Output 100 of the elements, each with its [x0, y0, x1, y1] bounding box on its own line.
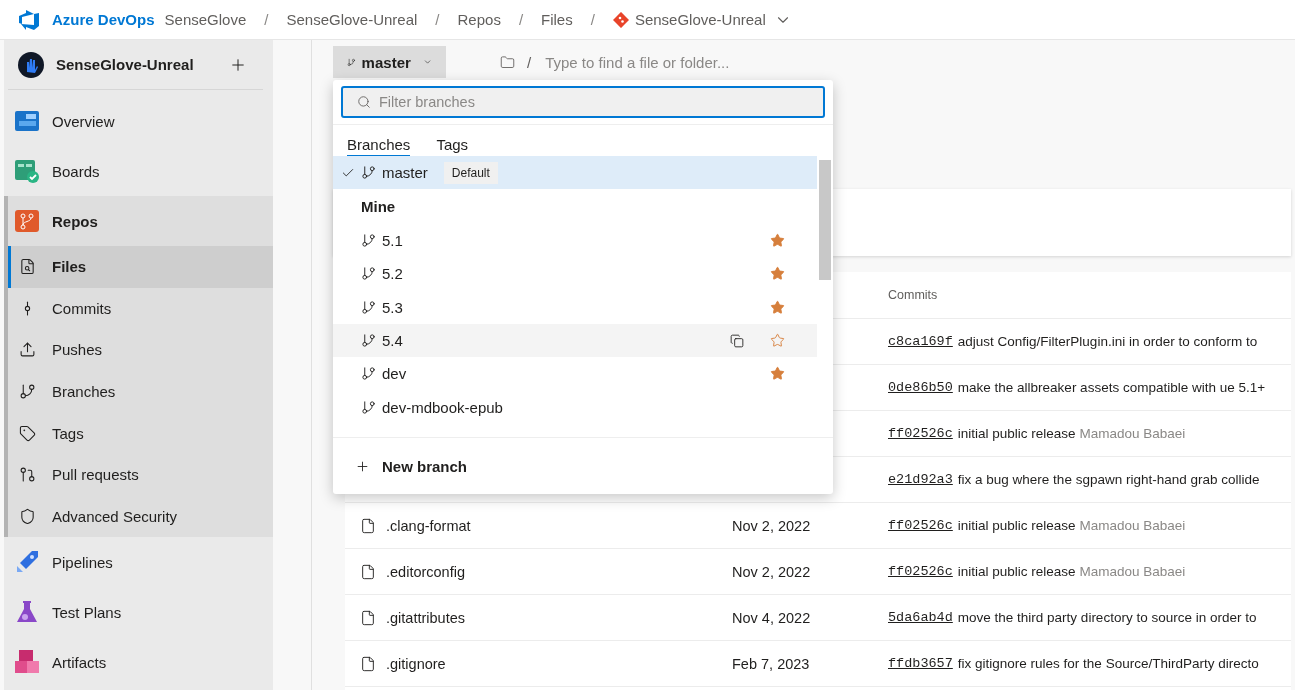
breadcrumb-link[interactable]: SenseGlove: [164, 11, 247, 28]
nav-item[interactable]: Artifacts: [4, 637, 273, 688]
file-name[interactable]: .editorconfig: [386, 563, 465, 580]
commit-hash-link[interactable]: ff02526c: [888, 564, 953, 579]
nav-subitem[interactable]: Advanced Security: [8, 495, 273, 538]
branch-name: 5.2: [382, 265, 404, 283]
breadcrumb-link[interactable]: Repos: [457, 11, 501, 28]
breadcrumb-link[interactable]: SenseGlove-Unreal: [286, 11, 418, 28]
branch-icon: [18, 383, 36, 401]
project-avatar: [18, 51, 44, 78]
branch-name: master: [382, 164, 428, 181]
branch-icon: [361, 266, 376, 282]
star-icon[interactable]: [770, 266, 785, 282]
branch-row[interactable]: dev: [333, 357, 817, 391]
repo-selector[interactable]: SenseGlove-Unreal: [634, 11, 766, 28]
branch-icon: [361, 333, 376, 349]
branch-icon: [361, 299, 376, 315]
branch-row[interactable]: 5.4: [333, 323, 817, 358]
shield-icon: [18, 507, 36, 525]
branch-row[interactable]: 5.1: [333, 224, 817, 258]
artifacts-icon: [14, 649, 40, 676]
file-icon: [360, 563, 376, 580]
nav-subitem[interactable]: Pushes: [8, 329, 273, 371]
branch-row[interactable]: 5.3: [333, 290, 817, 324]
nav-subitem[interactable]: Tags: [8, 412, 273, 454]
branch-name: dev: [382, 365, 408, 383]
filter-branches-field[interactable]: Filter branches: [341, 86, 825, 118]
nav-item[interactable]: Repos: [8, 196, 273, 246]
commit-message: initial public release Mamadou Babaei: [957, 426, 1186, 441]
tab[interactable]: Tags: [436, 135, 469, 157]
folder-icon[interactable]: [500, 54, 515, 70]
date-cell-text: Nov 4, 2022: [732, 609, 812, 626]
branch-name: 5.1: [382, 232, 404, 250]
path-search-field[interactable]: Type to find a file or folder...: [543, 52, 848, 72]
star-icon[interactable]: [770, 299, 785, 315]
nav-item[interactable]: Overview: [4, 96, 273, 146]
nav-item[interactable]: Test Plans: [4, 587, 273, 638]
commit-message: fix gitignore rules for the Source/ThirdParty directo: [957, 656, 1259, 671]
repos-icon: [14, 208, 40, 234]
file-icon: [360, 609, 376, 626]
copy-icon[interactable]: [730, 333, 744, 348]
branch-name: 5.4: [382, 332, 404, 350]
commit-hash-link[interactable]: 5da6ab4d: [888, 610, 953, 625]
nav-subitem[interactable]: Files: [8, 246, 273, 288]
branch-row[interactable]: master Default: [333, 156, 817, 189]
commit-hash-link[interactable]: 0de86b50: [888, 380, 953, 395]
pull-request-icon: [18, 466, 36, 484]
commit-author: Mamadou Babaei: [1079, 518, 1186, 533]
commit-hash-link[interactable]: ffdb3657: [888, 656, 953, 671]
default-badge: Default: [443, 161, 498, 184]
overview-icon: [14, 108, 40, 134]
product-name[interactable]: Azure DevOps: [52, 11, 155, 28]
file-icon: [360, 655, 376, 672]
star-icon[interactable]: [770, 333, 785, 349]
file-icon: [18, 258, 36, 276]
breadcrumb-separator: /: [590, 11, 595, 28]
nav-item[interactable]: Pipelines: [4, 537, 273, 588]
tag-icon: [18, 424, 36, 442]
branch-row[interactable]: 5.2: [333, 257, 817, 291]
commit-hash-link[interactable]: ff02526c: [888, 426, 953, 441]
commit-hash-link[interactable]: ff02526c: [888, 518, 953, 533]
branch-icon: [361, 165, 376, 180]
project-name: SenseGlove-Unreal: [56, 56, 195, 73]
branch-row[interactable]: dev-mdbook-epub: [333, 390, 817, 424]
nav-subitem[interactable]: Branches: [8, 370, 273, 413]
date-cell-text: Nov 2, 2022: [732, 517, 812, 534]
search-icon: [357, 95, 371, 109]
file-name[interactable]: .gitignore: [386, 655, 446, 672]
commit-message: initial public release Mamadou Babaei: [957, 564, 1186, 579]
commit-author: Mamadou Babaei: [1079, 426, 1186, 441]
branch-name: dev-mdbook-epub: [382, 398, 504, 416]
breadcrumb-separator: /: [264, 11, 269, 28]
date-cell-text: Feb 7, 2023: [732, 655, 811, 672]
commit-message: fix a bug where the sgpawn right-hand grab collide: [957, 472, 1260, 487]
file-name[interactable]: .gitattributes: [386, 609, 465, 626]
commit-hash-link[interactable]: c8ca169f: [888, 334, 953, 349]
breadcrumb-link[interactable]: Files: [541, 11, 573, 28]
breadcrumb-separator: /: [435, 11, 440, 28]
commit-hash-link[interactable]: e21d92a3: [888, 472, 953, 487]
star-icon[interactable]: [770, 233, 785, 249]
new-branch-button[interactable]: New branch: [355, 457, 468, 475]
nav-subitem[interactable]: Pull requests: [8, 453, 273, 496]
file-icon: [360, 517, 376, 534]
file-name[interactable]: .clang-format: [386, 517, 471, 534]
nav-subitem[interactable]: Commits: [8, 287, 273, 330]
plus-icon: [355, 458, 370, 474]
column-header[interactable]: Commits: [888, 288, 1291, 302]
commit-author: Mamadou Babaei: [1079, 564, 1186, 579]
date-cell-text: Nov 2, 2022: [732, 563, 812, 580]
commit-message: adjust Config/FilterPlugin.ini in order to conform to: [957, 334, 1258, 349]
push-icon: [18, 341, 36, 359]
commit-message: initial public release Mamadou Babaei: [957, 518, 1186, 533]
star-icon[interactable]: [770, 366, 785, 382]
branch-selector[interactable]: master: [333, 46, 446, 78]
branch-icon: [361, 366, 376, 382]
nav-item[interactable]: Boards: [4, 146, 273, 196]
branch-icon: [361, 233, 376, 249]
boards-icon: [14, 158, 40, 184]
commit-message: move the third party directory to source in order to: [957, 610, 1257, 625]
section-heading: Mine: [360, 197, 397, 217]
